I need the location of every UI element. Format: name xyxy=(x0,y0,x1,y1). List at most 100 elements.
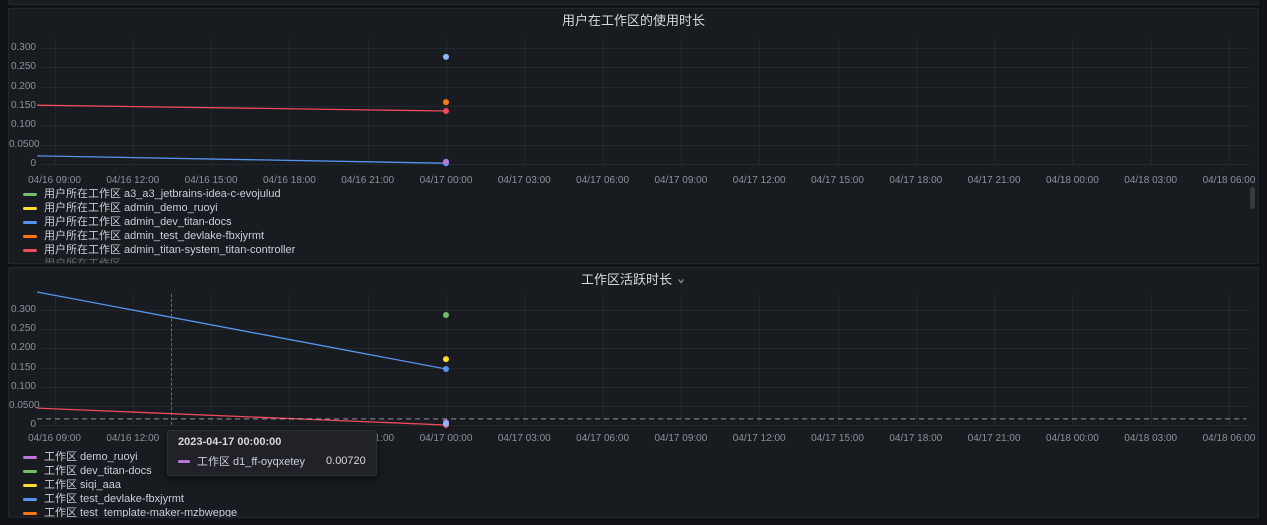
series-point xyxy=(443,312,449,318)
series-color-dash-icon xyxy=(23,498,37,501)
chart-series-layer xyxy=(41,39,1249,164)
legend-item[interactable]: 工作区 siqi_aaa xyxy=(23,480,1238,491)
tooltip-series-label: 工作区 d1_ff-oyqxetey xyxy=(197,453,305,469)
x-tick-label: 04/16 21:00 xyxy=(328,175,408,187)
y-tick-label: 0.0500 xyxy=(9,139,36,151)
x-tick-label: 04/16 15:00 xyxy=(171,175,251,187)
gridline-h xyxy=(41,425,1249,426)
x-tick-label: 04/18 03:00 xyxy=(1111,433,1191,445)
x-tick-label: 04/16 12:00 xyxy=(93,175,173,187)
series-color-dash-icon xyxy=(23,470,37,473)
x-tick-label: 04/17 09:00 xyxy=(641,433,721,445)
chevron-down-icon[interactable] xyxy=(676,276,686,286)
y-tick-label: 0.200 xyxy=(9,342,36,354)
y-tick-label: 0.250 xyxy=(9,323,36,335)
crosshair-line xyxy=(171,294,172,425)
series-color-dash-icon xyxy=(23,484,37,487)
legend-item[interactable]: 用户所在工作区 a3_a3_jetbrains-idea-c-evojulud xyxy=(23,189,1238,200)
legend: 用户所在工作区 a3_a3_jetbrains-idea-c-evojulud 用… xyxy=(23,189,1238,264)
x-tick-label: 04/17 15:00 xyxy=(798,175,878,187)
x-tick-label: 04/17 12:00 xyxy=(719,175,799,187)
series-color-dash-icon xyxy=(23,207,37,210)
legend-item[interactable]: 工作区 test_devlake-fbxjyrmt xyxy=(23,494,1238,505)
series-point xyxy=(443,421,449,427)
series-color-dash-icon xyxy=(23,263,37,264)
panel-title[interactable]: 工作区活跃时长 xyxy=(581,268,672,292)
series-point xyxy=(443,366,449,372)
series-color-dash-icon xyxy=(23,512,37,515)
legend-item-label: 工作区 demo_ruoyi xyxy=(44,452,138,463)
x-tick-label: 04/17 09:00 xyxy=(641,175,721,187)
series-point xyxy=(443,356,449,362)
y-tick-label: 0.300 xyxy=(9,42,36,54)
panel-workspace-active-duration: 工作区活跃时长 0.3000.2500.2000.1500.1000.05000… xyxy=(8,267,1259,518)
x-tick-label: 04/17 12:00 xyxy=(719,433,799,445)
series-point xyxy=(443,99,449,105)
legend-item[interactable]: 用户所在工作区 admin_dev_titan-docs xyxy=(23,217,1238,228)
series-color-dash-icon xyxy=(23,456,37,459)
series-point xyxy=(443,108,449,114)
series-line xyxy=(37,408,446,425)
panel-title[interactable]: 用户在工作区的使用时长 xyxy=(562,9,705,33)
gridline-h xyxy=(41,164,1249,165)
legend-item[interactable]: 工作区 test_template-maker-mzbwepge xyxy=(23,508,1238,518)
legend-item-label: 工作区 siqi_aaa xyxy=(44,480,121,491)
panel-user-workspace-usage: 用户在工作区的使用时长 0.300 0.250 0.200 0.150 0.100 0.0… xyxy=(8,8,1259,264)
x-tick-label: 04/17 06:00 xyxy=(563,175,643,187)
series-line xyxy=(37,105,446,111)
x-tick-label: 04/17 18:00 xyxy=(876,175,956,187)
legend-item[interactable]: 用户所在工作区 admin_test_devlake-fbxjyrmt xyxy=(23,231,1238,242)
x-tick-label: 04/16 12:00 xyxy=(93,433,173,445)
y-tick-label: 0.200 xyxy=(9,81,36,93)
x-tick-label: 04/16 18:00 xyxy=(249,175,329,187)
panel-header: 用户在工作区的使用时长 xyxy=(9,9,1258,33)
series-color-dash-icon xyxy=(23,221,37,224)
tooltip-timestamp: 2023-04-17 00:00:00 xyxy=(178,436,366,448)
legend-item-label: 用户所在工作区 xyxy=(44,259,121,264)
y-tick-label: 0.0500 xyxy=(9,400,36,412)
x-tick-label: 04/17 00:00 xyxy=(406,175,486,187)
x-tick-label: 04/16 09:00 xyxy=(15,175,95,187)
chart-tooltip: 2023-04-17 00:00:00 工作区 d1_ff-oyqxetey 0… xyxy=(167,430,377,476)
y-tick-label: 0.300 xyxy=(9,304,36,316)
series-line xyxy=(37,292,446,369)
tooltip-series-row: 工作区 d1_ff-oyqxetey 0.00720 xyxy=(178,453,366,469)
x-tick-label: 04/17 18:00 xyxy=(876,433,956,445)
x-tick-label: 04/17 00:00 xyxy=(406,433,486,445)
legend-item[interactable]: 用户所在工作区 xyxy=(23,259,1238,264)
legend-item[interactable]: 用户所在工作区 admin_demo_ruoyi xyxy=(23,203,1238,214)
chart-series-layer xyxy=(41,294,1249,425)
y-tick-label: 0.100 xyxy=(9,381,36,393)
x-tick-label: 04/16 09:00 xyxy=(15,433,95,445)
x-tick-label: 04/17 15:00 xyxy=(798,433,878,445)
y-tick-label: 0 xyxy=(9,158,36,170)
legend-item-label: 用户所在工作区 admin_dev_titan-docs xyxy=(44,217,232,228)
panel-above-bottom-edge xyxy=(8,0,1259,5)
legend-item-label: 用户所在工作区 admin_titan-system_titan-control… xyxy=(44,245,295,256)
legend-item-label: 工作区 dev_titan-docs xyxy=(44,466,152,477)
x-tick-label: 04/17 21:00 xyxy=(954,175,1034,187)
y-tick-label: 0.250 xyxy=(9,61,36,73)
series-point xyxy=(443,54,449,60)
series-color-dash-icon xyxy=(23,235,37,238)
legend-item-label: 用户所在工作区 a3_a3_jetbrains-idea-c-evojulud xyxy=(44,189,281,200)
legend-item-label: 用户所在工作区 admin_test_devlake-fbxjyrmt xyxy=(44,231,264,242)
x-tick-label: 04/18 00:00 xyxy=(1032,175,1112,187)
x-tick-label: 04/17 03:00 xyxy=(484,433,564,445)
x-tick-label: 04/18 06:00 xyxy=(1189,433,1259,445)
y-tick-label: 0 xyxy=(9,419,36,431)
x-tick-label: 04/17 03:00 xyxy=(484,175,564,187)
panel-header: 工作区活跃时长 xyxy=(9,268,1258,292)
x-tick-label: 04/18 03:00 xyxy=(1111,175,1191,187)
y-tick-label: 0.100 xyxy=(9,119,36,131)
grafana-dashboard: 用户在工作区的使用时长 0.300 0.250 0.200 0.150 0.100 0.0… xyxy=(0,0,1267,525)
x-tick-label: 04/17 21:00 xyxy=(954,433,1034,445)
legend-item[interactable]: 用户所在工作区 admin_titan-system_titan-control… xyxy=(23,245,1238,256)
series-color-dash-icon xyxy=(178,460,190,463)
x-tick-label: 04/18 00:00 xyxy=(1032,433,1112,445)
legend-item-label: 工作区 test_devlake-fbxjyrmt xyxy=(44,494,184,505)
y-tick-label: 0.150 xyxy=(9,100,36,112)
legend-scrollbar-thumb[interactable] xyxy=(1250,187,1255,209)
legend-item-label: 用户所在工作区 admin_demo_ruoyi xyxy=(44,203,218,214)
series-color-dash-icon xyxy=(23,249,37,252)
